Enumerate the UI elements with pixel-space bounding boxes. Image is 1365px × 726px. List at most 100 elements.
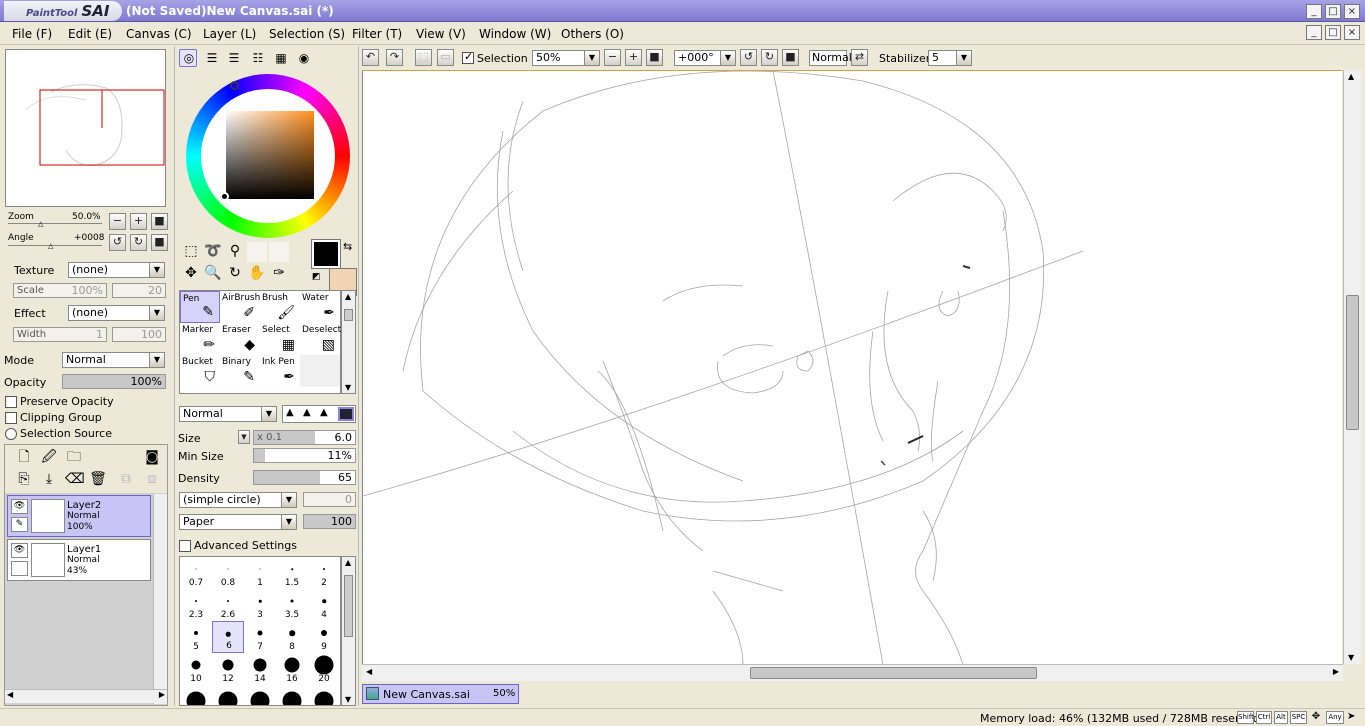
clear-layer-icon[interactable]: ⌫: [65, 471, 85, 489]
redo-button[interactable]: ↷: [386, 49, 403, 66]
tool-scroll-thumb[interactable]: [344, 309, 353, 321]
brush-size-12[interactable]: 12: [212, 653, 244, 685]
canvas-zoom-in-button[interactable]: +: [625, 49, 642, 66]
tool-deselect[interactable]: Deselect ▧: [300, 323, 341, 355]
brush-size-20[interactable]: 20: [308, 653, 340, 685]
brush-size-9[interactable]: 9: [308, 621, 340, 653]
layer-mask-icon[interactable]: ◙: [143, 449, 161, 467]
tool-eraser[interactable]: Eraser ◆: [220, 323, 260, 355]
canvas-hscroll-thumb[interactable]: [750, 667, 1037, 679]
edge-solid-icon[interactable]: [338, 407, 354, 421]
brush-size-4[interactable]: 4: [308, 589, 340, 621]
chevron-right-icon[interactable]: ▶: [1333, 667, 1339, 676]
lasso-icon[interactable]: ➰: [204, 243, 222, 261]
merge-down-icon[interactable]: ⤓: [40, 471, 58, 489]
brush-texture-strength[interactable]: 100: [303, 514, 356, 529]
default-colors-icon[interactable]: ◩: [312, 272, 321, 282]
layer-item-layer2[interactable]: 👁 ✎ Layer2 Normal 100%: [7, 495, 151, 537]
menu-canvas[interactable]: Canvas (C): [126, 27, 192, 41]
new-folder-icon[interactable]: 🗀: [65, 449, 83, 467]
chevron-up-icon[interactable]: ▲: [345, 292, 351, 301]
tool-brush[interactable]: Brush 🖌: [260, 291, 300, 323]
pen-icon[interactable]: ✎: [11, 517, 28, 532]
brush-size-preset-22[interactable]: [244, 685, 276, 705]
hue-marker[interactable]: [230, 81, 239, 90]
min-size-slider[interactable]: 11%: [253, 448, 356, 463]
swap-colors-icon[interactable]: ⇆: [343, 240, 352, 253]
menu-file[interactable]: File (F): [12, 27, 52, 41]
scratchpad-tab-icon[interactable]: ◉: [295, 50, 313, 68]
angle-select[interactable]: +000° ▼: [674, 50, 736, 66]
canvas-rotate-right-button[interactable]: ↻: [761, 49, 778, 66]
brush-size-10[interactable]: 10: [180, 653, 212, 685]
tool-pen[interactable]: Pen ✎: [180, 291, 220, 323]
layer-mode-select[interactable]: Normal ▼: [62, 352, 165, 368]
brush-size-14[interactable]: 14: [244, 653, 276, 685]
menu-selection[interactable]: Selection (S): [269, 27, 345, 41]
chevron-up-icon[interactable]: ▲: [345, 558, 351, 567]
eye-icon[interactable]: 👁: [11, 543, 28, 558]
brush-size-scroll-thumb[interactable]: [344, 575, 353, 637]
canvas-rotate-left-button[interactable]: ↺: [740, 49, 757, 66]
zoom-reset-button[interactable]: ■: [151, 213, 168, 230]
brush-size-preset-23[interactable]: [276, 685, 308, 705]
angle-slider-thumb[interactable]: △: [48, 242, 53, 250]
brush-texture-select[interactable]: Paper ▼: [179, 514, 297, 530]
canvas-vscrollbar[interactable]: ▲ ▼: [1343, 70, 1362, 664]
menu-layer[interactable]: Layer (L): [203, 27, 256, 41]
brush-size-preset-21[interactable]: [212, 685, 244, 705]
brush-size-1[interactable]: 1: [244, 557, 276, 589]
close-button[interactable]: ×: [1344, 4, 1360, 19]
zoom-icon[interactable]: 🔍: [204, 265, 222, 283]
menu-others[interactable]: Others (O): [561, 27, 624, 41]
selection-source-radio[interactable]: [5, 428, 17, 440]
brush-size-scrollbar[interactable]: ▲ ▼: [341, 556, 356, 706]
maximize-button[interactable]: □: [1325, 4, 1341, 19]
layer-hscrollbar[interactable]: ◀ ▶: [5, 689, 167, 703]
brush-size-1.5[interactable]: 1.5: [276, 557, 308, 589]
chevron-right-icon[interactable]: ▶: [159, 690, 165, 699]
brush-size-0.7[interactable]: 0.7: [180, 557, 212, 589]
zoom-select[interactable]: 50% ▼: [532, 50, 600, 66]
hue-ring[interactable]: [186, 74, 350, 238]
canvas-maximize-button[interactable]: □: [1325, 25, 1341, 40]
tool-marker[interactable]: Marker ✏: [180, 323, 220, 355]
brush-shape-select[interactable]: (simple circle) ▼: [179, 492, 297, 508]
chevron-down-icon[interactable]: ▼: [1348, 653, 1354, 662]
advanced-settings-checkbox[interactable]: [179, 540, 191, 552]
layer-scrollbar[interactable]: [153, 494, 167, 704]
preserve-opacity-checkbox[interactable]: [5, 396, 17, 408]
copy-layer-icon[interactable]: ⎘: [15, 471, 33, 489]
density-slider[interactable]: 65: [253, 470, 356, 485]
tool-list-scrollbar[interactable]: ▲ ▼: [341, 290, 356, 394]
magic-wand-icon[interactable]: ⚲: [226, 243, 244, 261]
brush-size-3[interactable]: 3: [244, 589, 276, 621]
layer-item-layer1[interactable]: 👁 Layer1 Normal 43%: [7, 539, 151, 581]
color-wheel-tab[interactable]: ◎: [179, 49, 197, 67]
edge-medium-icon[interactable]: ▲: [303, 407, 311, 418]
undo-button[interactable]: ↶: [362, 49, 379, 66]
canvas-close-button[interactable]: ×: [1344, 25, 1360, 40]
tool-water[interactable]: Water ✒: [300, 291, 340, 323]
chevron-down-icon[interactable]: ▼: [345, 695, 351, 704]
chevron-down-icon[interactable]: ▼: [345, 383, 351, 392]
texture-select[interactable]: (none) ▼: [68, 262, 165, 278]
canvas-hscrollbar[interactable]: ◀ ▶: [362, 664, 1343, 681]
rotate-icon[interactable]: ↻: [226, 265, 244, 283]
tool-bucket[interactable]: Bucket ⛉: [180, 355, 220, 387]
palette-tab-icon[interactable]: ▦: [272, 50, 290, 68]
brush-size-5[interactable]: 5: [180, 621, 212, 653]
trash-icon[interactable]: 🗑: [89, 471, 107, 489]
opacity-slider[interactable]: 100%: [62, 374, 166, 389]
swatches-tab-icon[interactable]: ☷: [249, 50, 267, 68]
eyedropper-icon[interactable]: ✑: [270, 265, 288, 283]
drawing-canvas[interactable]: [362, 70, 1342, 664]
new-linework-layer-icon[interactable]: 🖉: [40, 449, 58, 467]
brush-size-0.8[interactable]: 0.8: [212, 557, 244, 589]
menu-view[interactable]: View (V): [416, 27, 466, 41]
canvas-tab[interactable]: New Canvas.sai 50%: [362, 684, 519, 704]
clipping-group-checkbox[interactable]: [5, 412, 17, 424]
rotate-left-button[interactable]: ↺: [109, 234, 126, 251]
brush-size-2.6[interactable]: 2.6: [212, 589, 244, 621]
flip-horizontal-button[interactable]: ⇄: [851, 49, 868, 66]
